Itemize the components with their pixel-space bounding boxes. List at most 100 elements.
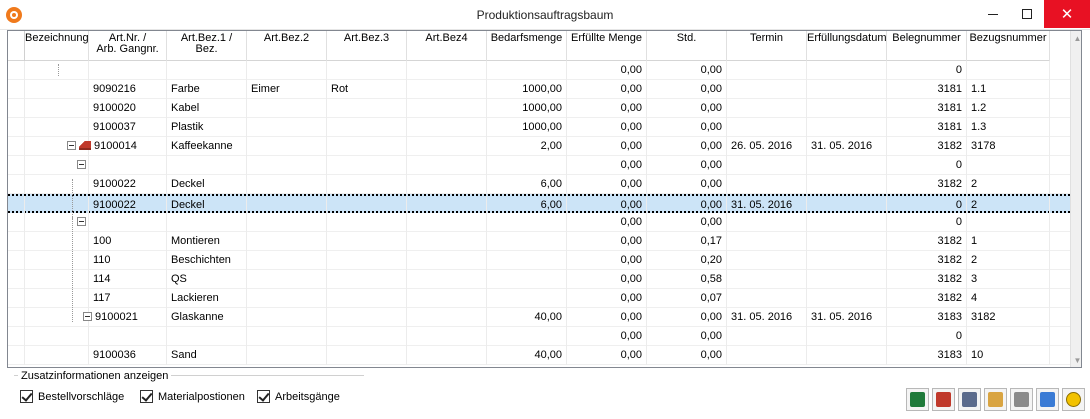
table-row[interactable]: 9100022 Deckel 6,00 0,00 0,00 3182 2 — [8, 175, 1070, 194]
cell-empty — [407, 289, 487, 308]
cell-termin — [727, 213, 807, 232]
tree-collapse-icon[interactable] — [77, 216, 86, 226]
printer-button[interactable] — [1010, 388, 1033, 411]
column-header[interactable]: Art.Bez.3 — [327, 31, 407, 61]
row-selector[interactable] — [8, 156, 25, 175]
cell-text: 0,00 — [620, 330, 642, 342]
column-header[interactable]: Erfüllungsdatum — [807, 31, 887, 61]
row-selector[interactable] — [8, 289, 25, 308]
column-header[interactable]: Bezeichnung — [25, 31, 89, 61]
checkbox-materialpostionen[interactable]: Materialpostionen — [140, 390, 245, 403]
checkbox-checked-icon[interactable] — [20, 390, 33, 403]
table-row[interactable]: 0,00 0,00 0 — [8, 61, 1070, 80]
document-edit-button[interactable] — [984, 388, 1007, 411]
scroll-down-icon[interactable]: ▼ — [1071, 353, 1081, 367]
table-row[interactable]: 9100014 Kaffeekanne 2,00 0,00 0,00 26. 05. 20… — [8, 137, 1070, 156]
column-header[interactable]: Bezugsnummer — [967, 31, 1050, 61]
cell-empty — [407, 118, 487, 137]
building-button[interactable] — [958, 388, 981, 411]
table-row[interactable]: 9100022 Deckel 6,00 0,00 0,00 31. 05. 2016 0 2 — [8, 194, 1070, 215]
minimize-button[interactable] — [976, 0, 1010, 28]
cell-termin — [727, 156, 807, 175]
cell-bez2 — [247, 137, 327, 156]
table-row[interactable]: 9090216 Farbe Eimer Rot 1000,00 0,00 0,00 3181 1… — [8, 80, 1070, 99]
cell-text: Beschichten — [171, 254, 231, 266]
cell-std: 0,00 — [647, 308, 727, 327]
cell-bedarf — [487, 232, 567, 251]
cell-bez1: Plastik — [167, 118, 247, 137]
column-header[interactable]: Art.Bez4 — [407, 31, 487, 61]
cell-std: 0,20 — [647, 251, 727, 270]
cell-empty — [407, 270, 487, 289]
table-row[interactable]: 0,00 0,00 0 — [8, 213, 1070, 232]
excel-export-button[interactable] — [906, 388, 929, 411]
row-selector[interactable] — [8, 346, 25, 365]
table-row[interactable]: 9100020 Kabel 1000,00 0,00 0,00 3181 1.2 — [8, 99, 1070, 118]
cell-erfdatum: 31. 05. 2016 — [807, 137, 887, 156]
table-row[interactable]: 9100021 Glaskanne 40,00 0,00 0,00 31. 05. 201… — [8, 308, 1070, 327]
info-button[interactable] — [1062, 388, 1085, 411]
vertical-scrollbar[interactable]: ▲ ▼ — [1070, 31, 1081, 367]
production-order-tree-grid[interactable]: Bezeichnung Art.Nr. / Arb. Gangnr. Art.Bez… — [7, 30, 1082, 368]
table-row[interactable]: 114 QS 0,00 0,58 3182 3 — [8, 270, 1070, 289]
tree-collapse-icon[interactable] — [83, 311, 92, 321]
tree-collapse-icon[interactable] — [77, 159, 86, 169]
column-header[interactable]: Art.Bez.2 — [247, 31, 327, 61]
table-row[interactable]: 0,00 0,00 0 — [8, 156, 1070, 175]
checkbox-checked-icon[interactable] — [257, 390, 270, 403]
tree-collapse-icon[interactable] — [67, 140, 76, 150]
row-selector[interactable] — [8, 80, 25, 99]
column-header[interactable]: Termin — [727, 31, 807, 61]
cell-bedarf — [487, 213, 567, 232]
cell-art: 9100037 — [89, 118, 167, 137]
cell-bedarf: 40,00 — [487, 308, 567, 327]
info-icon — [1066, 392, 1081, 407]
table-row[interactable]: 9100037 Plastik 1000,00 0,00 0,00 3181 1.3 — [8, 118, 1070, 137]
row-selector[interactable] — [8, 61, 25, 80]
table-row[interactable]: 0,00 0,00 0 — [8, 327, 1070, 346]
checkbox-checked-icon[interactable] — [140, 390, 153, 403]
checkbox-label: Materialpostionen — [158, 390, 245, 403]
row-selector[interactable] — [8, 270, 25, 289]
scroll-up-icon[interactable]: ▲ — [1071, 31, 1081, 47]
cell-beleg: 3181 — [887, 99, 967, 118]
checkbox-arbeitsgaenge[interactable]: Arbeitsgänge — [257, 390, 340, 403]
users-button[interactable] — [1036, 388, 1059, 411]
cell-bezug: 10 — [967, 346, 1050, 365]
cell-beleg: 3182 — [887, 270, 967, 289]
column-header[interactable]: Art.Bez.1 / Bez. — [167, 31, 247, 61]
column-header[interactable]: Bedarfsmenge — [487, 31, 567, 61]
column-header[interactable]: Erfüllte Menge — [567, 31, 647, 61]
maximize-button[interactable] — [1010, 0, 1044, 28]
cell-beleg: 3183 — [887, 346, 967, 365]
row-selector[interactable] — [8, 99, 25, 118]
cell-bez1: Glaskanne — [167, 308, 247, 327]
cell-text: 0,00 — [620, 140, 642, 152]
cell-bezug: 4 — [967, 289, 1050, 308]
row-selector[interactable] — [8, 251, 25, 270]
row-selector[interactable] — [8, 137, 25, 156]
row-selector[interactable] — [8, 232, 25, 251]
row-selector[interactable] — [8, 118, 25, 137]
table-row[interactable]: 117 Lackieren 0,00 0,07 3182 4 — [8, 289, 1070, 308]
row-selector[interactable] — [8, 327, 25, 346]
cell-text: 3183 — [937, 349, 962, 361]
column-header[interactable]: Art.Nr. / Arb. Gangnr. — [89, 31, 167, 61]
cell-bez3 — [327, 308, 407, 327]
cell-std: 0,00 — [647, 137, 727, 156]
column-header[interactable]: Belegnummer — [887, 31, 967, 61]
row-selector[interactable] — [8, 308, 25, 327]
table-row[interactable]: 9100036 Sand 40,00 0,00 0,00 3183 10 — [8, 346, 1070, 365]
cell-beleg: 3182 — [887, 232, 967, 251]
row-selector[interactable] — [8, 175, 25, 194]
table-row[interactable]: 100 Montieren 0,00 0,17 3182 1 — [8, 232, 1070, 251]
checkbox-bestellvorschlaege[interactable]: Bestellvorschläge — [20, 390, 124, 403]
factory-button[interactable] — [932, 388, 955, 411]
table-row[interactable]: 110 Beschichten 0,00 0,20 3182 2 — [8, 251, 1070, 270]
close-button[interactable]: ✕ — [1044, 0, 1090, 28]
cell-termin — [727, 80, 807, 99]
column-header[interactable]: Std. — [647, 31, 727, 61]
cell-erfdatum — [807, 118, 887, 137]
row-selector[interactable] — [8, 213, 25, 232]
cell-erfuellt: 0,00 — [567, 232, 647, 251]
